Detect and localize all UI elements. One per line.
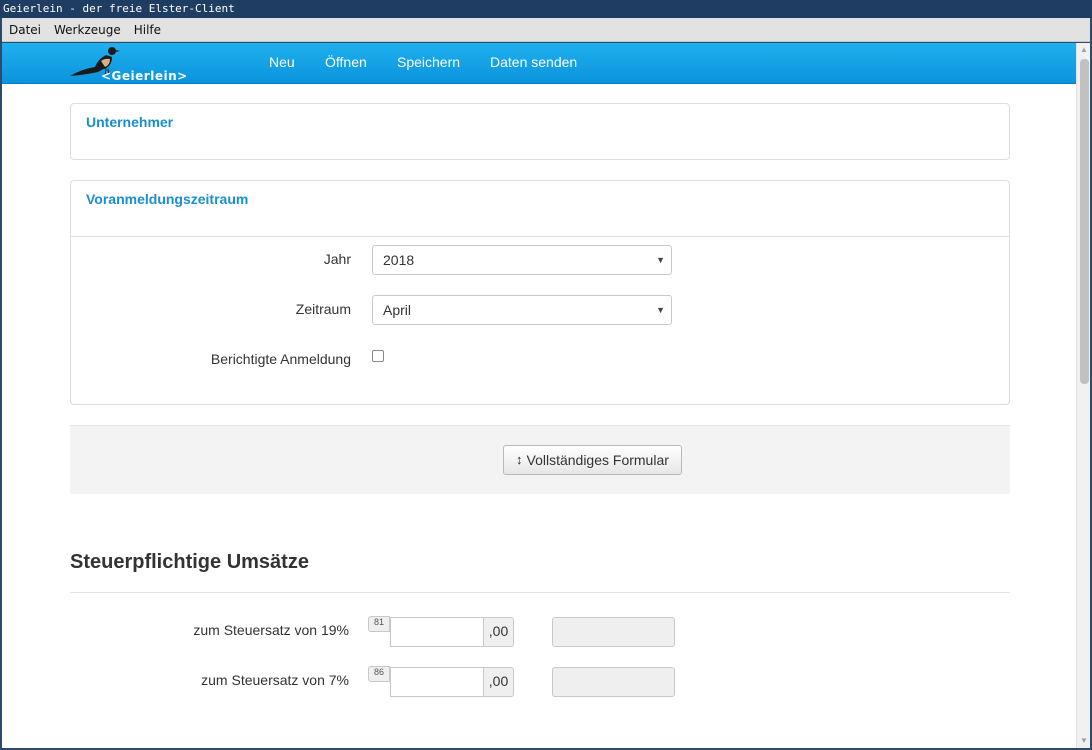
vertical-scrollbar[interactable]: ▲ ▼	[1076, 43, 1090, 748]
scroll-down-icon[interactable]: ▼	[1077, 734, 1090, 748]
amount-input-19[interactable]	[390, 617, 484, 647]
resize-vertical-icon: ↕	[516, 452, 523, 467]
row-7-label: zum Steuersatz von 7%	[201, 672, 349, 688]
kennzahl-86-badge: 86	[368, 666, 390, 682]
berichtigt-checkbox[interactable]	[372, 350, 384, 362]
berichtigt-label: Berichtigte Anmeldung	[210, 351, 351, 367]
cents-addon-19: ,00	[484, 617, 514, 647]
chevron-down-icon: ▼	[656, 305, 665, 315]
chevron-down-icon: ▼	[656, 255, 665, 265]
nav-daten-senden[interactable]: Daten senden	[490, 54, 577, 70]
scrollbar-thumb[interactable]	[1080, 59, 1089, 384]
jahr-label: Jahr	[323, 251, 351, 267]
actions-well: ↕ Vollständiges Formular	[70, 425, 1010, 494]
menubar: Datei Werkzeuge Hilfe	[2, 18, 1090, 42]
panel-divider	[71, 236, 1009, 237]
app-viewport: <Geierlein> Neu Öffnen Speichern Daten s…	[2, 43, 1090, 748]
zeitraum-value: April	[383, 302, 412, 318]
zeitraum-label: Zeitraum	[295, 301, 351, 317]
window-title: Geierlein - der freie Elster-Client	[0, 0, 1092, 18]
menu-datei[interactable]: Datei	[3, 23, 47, 37]
zeitraum-select[interactable]: April ▼	[372, 295, 672, 325]
jahr-select[interactable]: 2018 ▼	[372, 245, 672, 275]
tax-result-19	[552, 617, 675, 647]
nav-neu[interactable]: Neu	[269, 54, 295, 70]
brand-logo[interactable]: <Geierlein>	[68, 45, 198, 83]
scroll-up-icon[interactable]: ▲	[1077, 43, 1090, 57]
panel-title-unternehmer[interactable]: Unternehmer	[86, 114, 173, 130]
amount-input-7[interactable]	[390, 667, 484, 697]
jahr-value: 2018	[383, 252, 415, 268]
navbar: <Geierlein> Neu Öffnen Speichern Daten s…	[2, 43, 1076, 84]
panel-unternehmer[interactable]: Unternehmer	[70, 103, 1010, 160]
nav-oeffnen[interactable]: Öffnen	[325, 54, 367, 70]
section-title-umsaetze: Steuerpflichtige Umsätze	[70, 551, 309, 573]
menu-werkzeuge[interactable]: Werkzeuge	[48, 23, 127, 37]
panel-title-zeitraum[interactable]: Voranmeldungszeitraum	[86, 191, 248, 207]
nav-speichern[interactable]: Speichern	[397, 54, 460, 70]
cents-addon-7: ,00	[484, 667, 514, 697]
menu-hilfe[interactable]: Hilfe	[128, 23, 167, 37]
full-form-label: Vollständiges Formular	[526, 452, 669, 468]
section-divider	[70, 592, 1010, 593]
panel-voranmeldungszeitraum: Voranmeldungszeitraum Jahr 2018 ▼ Zeitra…	[70, 180, 1010, 405]
full-form-button[interactable]: ↕ Vollständiges Formular	[503, 445, 682, 475]
row-19-label: zum Steuersatz von 19%	[193, 622, 349, 638]
brand-text: <Geierlein>	[101, 69, 188, 83]
tax-result-7	[552, 667, 675, 697]
kennzahl-81-badge: 81	[368, 616, 390, 632]
